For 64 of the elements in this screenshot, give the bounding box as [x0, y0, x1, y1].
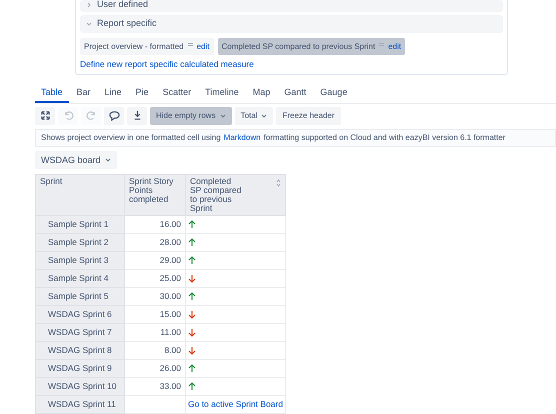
table-cell: 16.00	[124, 216, 186, 234]
table-cell: 29.00	[124, 252, 186, 270]
comment-icon	[108, 110, 120, 122]
chart-tab[interactable]: Gantt	[278, 84, 312, 103]
expand-button[interactable]	[35, 106, 55, 125]
page-filter-dropdown[interactable]: WSDAG board	[35, 151, 117, 170]
chart-tab[interactable]: Timeline	[199, 84, 245, 103]
chevron-down-icon	[86, 20, 92, 27]
toolbar-button[interactable]: Total	[234, 106, 274, 125]
chart-tab[interactable]: Map	[246, 84, 276, 103]
description-text: Shows project overview in one formatted cell using	[41, 134, 221, 142]
column-title: Sprint Story Points completed	[129, 177, 174, 204]
redo-icon	[86, 110, 96, 122]
table-cell: 8.00	[124, 342, 186, 360]
section-title: Report specific	[97, 18, 157, 29]
measure-chip[interactable]: Project overview - formatted edit	[80, 38, 214, 55]
measure-label: Completed SP compared to previous Sprint	[222, 42, 376, 51]
chart-tab[interactable]: Pie	[130, 84, 155, 103]
edit-link[interactable]: edit	[388, 42, 402, 51]
section-title: User defined	[97, 0, 148, 10]
chart-tab[interactable]: Table	[35, 84, 69, 103]
row-header: Sample Sprint 5	[36, 288, 124, 306]
measure-label: Project overview - formatted	[84, 42, 184, 51]
table-cell: 33.00	[124, 378, 186, 396]
column-title: Sprint	[40, 177, 64, 186]
table-cell: 11.00	[124, 324, 186, 342]
define-measure-link[interactable]: Define new report specific calculated measure	[80, 58, 499, 69]
chart-tab[interactable]: Scatter	[156, 84, 198, 103]
equals-icon	[188, 42, 193, 47]
row-header: WSDAG Sprint 8	[36, 342, 124, 360]
row-header: Sample Sprint 3	[36, 252, 124, 270]
row-header: WSDAG Sprint 9	[36, 360, 124, 378]
section-header[interactable]: User defined	[80, 0, 503, 12]
row-header: Sample Sprint 2	[36, 234, 124, 252]
chevron-right-icon	[86, 2, 92, 8]
expand-icon	[40, 110, 50, 122]
chart-tab[interactable]: Bar	[70, 84, 97, 103]
row-header: WSDAG Sprint 6	[36, 306, 124, 324]
edit-link[interactable]: edit	[196, 42, 210, 51]
sort-icon	[276, 179, 281, 188]
row-header: Sample Sprint 4	[36, 270, 124, 288]
undo-icon	[62, 110, 74, 122]
markdown-link[interactable]: Markdown	[224, 134, 261, 142]
row-header: WSDAG Sprint 11	[36, 396, 124, 414]
caret-icon	[104, 158, 111, 162]
chart-tab[interactable]: Line	[98, 84, 128, 103]
table-cell: 26.00	[124, 360, 186, 378]
row-header: WSDAG Sprint 10	[36, 378, 124, 396]
chart-tab[interactable]: Gauge	[314, 84, 354, 103]
table-cell: 15.00	[124, 306, 186, 324]
table-cell: 30.00	[124, 288, 186, 306]
section-header[interactable]: Report specific	[80, 14, 503, 33]
column-title: Completed SP compared to previous Sprint	[190, 177, 242, 214]
comment-button[interactable]	[104, 106, 124, 125]
toolbar-button[interactable]: Hide empty rows	[150, 106, 232, 125]
description-text: formatting supported on Cloud and with eazyBI version 6.1 formatter	[264, 134, 506, 142]
table-cell: 28.00	[124, 234, 186, 252]
row-header: Sample Sprint 1	[36, 216, 124, 234]
row-header: WSDAG Sprint 7	[36, 324, 124, 342]
toolbar-button[interactable]: Freeze header	[276, 106, 341, 125]
equals-icon	[379, 42, 384, 47]
table-cell: 25.00	[124, 270, 186, 288]
measure-chip[interactable]: Completed SP compared to previous Sprint edit	[218, 38, 406, 55]
download-button[interactable]	[127, 106, 147, 125]
